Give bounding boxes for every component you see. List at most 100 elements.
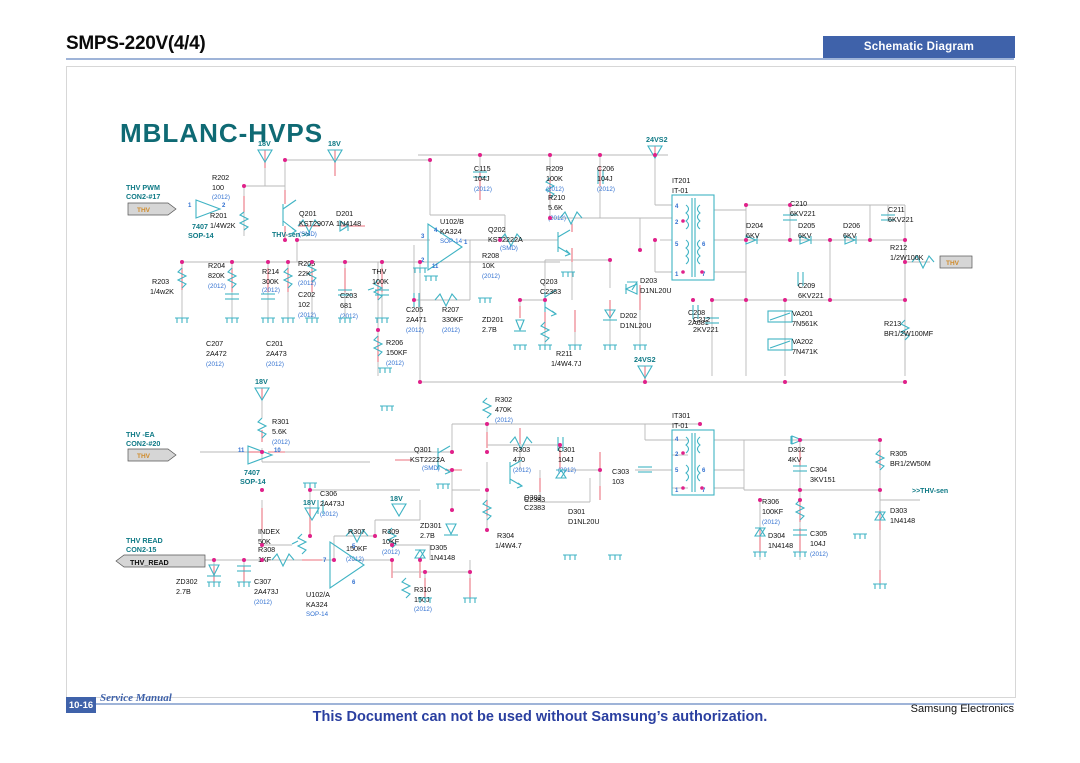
capacitor-C201: C201 2A473 (2012): [261, 293, 287, 368]
resistor-R302: R302 470K (2012): [481, 395, 513, 424]
svg-text:300K: 300K: [262, 277, 279, 286]
svg-text:24VS2: 24VS2: [646, 135, 668, 144]
resistor-R203: R203 1/4w2K: [150, 267, 188, 296]
svg-text:IT-01: IT-01: [672, 186, 688, 195]
svg-text:C201: C201: [266, 339, 283, 348]
svg-text:5: 5: [675, 242, 679, 248]
svg-text:R207: R207: [442, 305, 459, 314]
svg-text:D1NL20U: D1NL20U: [620, 321, 652, 330]
svg-text:1/4W4.7J: 1/4W4.7J: [551, 359, 582, 368]
svg-text:1N4148: 1N4148: [890, 516, 915, 525]
svg-text:R212: R212: [890, 243, 907, 252]
svg-text:R304: R304: [497, 531, 514, 540]
svg-text:(2012): (2012): [442, 327, 460, 334]
svg-text:103: 103: [612, 477, 624, 486]
svg-text:R206: R206: [386, 338, 403, 347]
svg-text:(2012): (2012): [254, 599, 272, 606]
svg-text:D301: D301: [568, 507, 585, 516]
svg-text:VA202: VA202: [792, 337, 813, 346]
connector-thv-pwm[interactable]: THV THV PWM CON2-#17: [126, 183, 177, 216]
svg-text:4: 4: [675, 204, 679, 210]
svg-text:1: 1: [675, 488, 679, 494]
svg-text:2A473J: 2A473J: [320, 499, 345, 508]
svg-text:2.7B: 2.7B: [482, 325, 497, 334]
svg-text:(2012): (2012): [382, 549, 400, 556]
svg-text:7N561K: 7N561K: [792, 319, 818, 328]
capacitor-C304: C304 3KV151: [793, 465, 836, 484]
svg-text:SOP-14: SOP-14: [188, 231, 214, 240]
svg-text:18V: 18V: [255, 377, 268, 386]
svg-text:(2012): (2012): [266, 361, 284, 368]
svg-text:KST2222A: KST2222A: [410, 455, 445, 464]
svg-text:6: 6: [352, 580, 356, 586]
svg-text:(2012): (2012): [320, 511, 338, 518]
svg-text:THV: THV: [137, 207, 151, 214]
connector-thv-read[interactable]: THV_READ THV READ CON2-15: [115, 536, 206, 568]
svg-text:R203: R203: [152, 277, 169, 286]
connector-thv-ea[interactable]: THV THV -EA CON2-#20: [126, 430, 177, 462]
svg-text:CON2-15: CON2-15: [126, 545, 156, 554]
svg-text:11: 11: [238, 448, 245, 454]
diode-D205: D205 6KV: [798, 221, 815, 245]
svg-text:IT301: IT301: [672, 411, 690, 420]
svg-text:ZD201: ZD201: [482, 315, 504, 324]
svg-text:(2012): (2012): [482, 273, 500, 280]
svg-text:(2012): (2012): [212, 194, 230, 201]
svg-text:D205: D205: [798, 221, 815, 230]
svg-text:THV: THV: [946, 260, 960, 267]
testpoint-THV[interactable]: THV: [939, 255, 973, 269]
svg-text:470: 470: [513, 455, 525, 464]
svg-text:(2012): (2012): [597, 186, 615, 193]
svg-text:2.7B: 2.7B: [176, 587, 191, 596]
capacitor-C209: C209 6KV221: [797, 272, 824, 300]
svg-text:C212: C212: [693, 315, 710, 324]
svg-text:C210: C210: [790, 199, 807, 208]
svg-text:100: 100: [212, 183, 224, 192]
svg-text:THV: THV: [137, 453, 151, 460]
resistor-R206: R206 150KF (2012): [372, 335, 408, 367]
capacitor-C207: C207 2A472 (2012): [206, 293, 239, 368]
svg-text:6: 6: [702, 468, 706, 474]
svg-text:1: 1: [675, 272, 679, 278]
svg-text:THV-sen >>: THV-sen >>: [272, 232, 310, 239]
svg-text:R202: R202: [212, 173, 229, 182]
transistor-Q301: Q301 KST2222A (SMD): [410, 445, 452, 475]
svg-text:R302: R302: [495, 395, 512, 404]
svg-text:10: 10: [274, 448, 281, 454]
capacitor-C206: C206 104J (2012): [597, 164, 615, 193]
svg-text:6KV: 6KV: [843, 231, 857, 240]
svg-text:KST2907A: KST2907A: [299, 219, 334, 228]
svg-text:D1NL20U: D1NL20U: [568, 517, 600, 526]
ic-U102A: 7 5 6 U102/A KA324 SOP-14: [306, 540, 365, 618]
svg-text:CON2-#20: CON2-#20: [126, 439, 160, 448]
svg-text:D303: D303: [890, 506, 907, 515]
svg-text:C303: C303: [612, 467, 629, 476]
svg-text:5.6K: 5.6K: [272, 427, 287, 436]
svg-text:R213: R213: [884, 319, 901, 328]
svg-text:104J: 104J: [474, 174, 490, 183]
svg-text:(SMD): (SMD): [422, 465, 440, 472]
svg-text:R307: R307: [348, 527, 365, 536]
svg-text:2A473: 2A473: [266, 349, 287, 358]
resistor-R307: R307 150KF (2012): [345, 527, 369, 563]
svg-text:R310: R310: [414, 585, 431, 594]
svg-text:THV: THV: [372, 267, 387, 276]
svg-text:THV -EA: THV -EA: [126, 430, 155, 439]
diode-D206: D206 6KV: [843, 221, 860, 245]
svg-text:R306: R306: [762, 497, 779, 506]
svg-text:SOP-14: SOP-14: [306, 611, 329, 618]
svg-text:10K: 10K: [482, 261, 495, 270]
svg-text:THV_READ: THV_READ: [130, 558, 169, 567]
svg-text:6KV221: 6KV221: [888, 215, 914, 224]
svg-text:SOP-14: SOP-14: [440, 238, 463, 245]
capacitor-C301: C301 104J (2012): [557, 437, 576, 474]
svg-text:ZD302: ZD302: [176, 577, 198, 586]
svg-text:(2012): (2012): [762, 519, 780, 526]
svg-text:5: 5: [675, 468, 679, 474]
svg-text:2: 2: [675, 220, 679, 226]
svg-text:18V: 18V: [258, 139, 271, 148]
svg-text:INDEX: INDEX: [258, 527, 280, 536]
svg-text:18V: 18V: [328, 139, 341, 148]
diode-D203: D203 D1NL20U: [624, 276, 672, 295]
svg-text:7: 7: [323, 558, 327, 564]
